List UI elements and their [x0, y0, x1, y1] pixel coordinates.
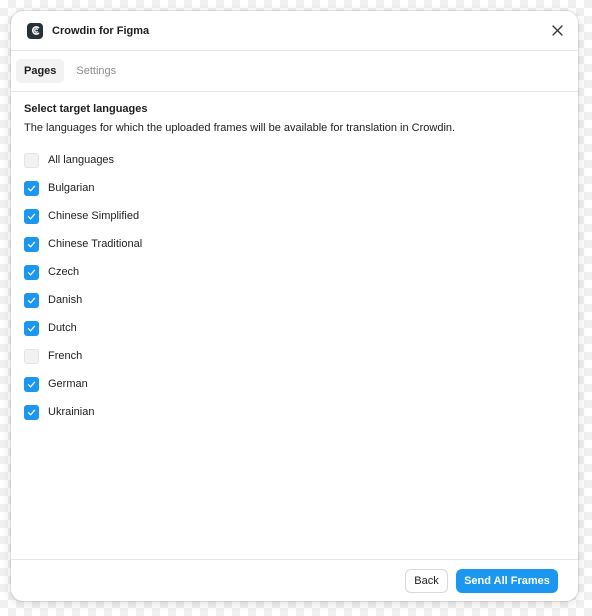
checkmark-icon	[27, 409, 36, 415]
checkbox-checked[interactable]	[24, 404, 39, 420]
language-label: German	[48, 378, 88, 390]
plugin-window: Crowdin for Figma Pages Settings Select …	[11, 11, 578, 601]
checkbox-checked[interactable]	[24, 376, 39, 392]
section-description: The languages for which the uploaded fra…	[24, 122, 456, 134]
language-option[interactable]: Bulgarian	[24, 174, 565, 202]
checkbox-checked[interactable]	[24, 320, 39, 336]
language-option[interactable]: French	[24, 342, 565, 370]
language-label: Bulgarian	[48, 182, 95, 194]
tab-pages[interactable]: Pages	[16, 59, 65, 83]
close-button[interactable]	[546, 20, 568, 42]
back-button[interactable]: Back	[405, 568, 448, 593]
checkbox-checked[interactable]	[24, 292, 39, 308]
tab-bar: Pages Settings	[11, 51, 578, 92]
language-label: Ukrainian	[48, 406, 95, 418]
language-label: Czech	[48, 266, 80, 278]
checkbox-unchecked[interactable]	[24, 348, 39, 364]
language-option[interactable]: All languages	[24, 146, 565, 174]
checkmark-icon	[27, 185, 36, 191]
language-option[interactable]: Chinese Simplified	[24, 202, 565, 230]
checkbox-checked[interactable]	[24, 264, 39, 280]
language-label: Dutch	[48, 322, 77, 334]
language-option[interactable]: Danish	[24, 286, 565, 314]
language-label: Chinese Simplified	[48, 210, 140, 222]
window-title: Crowdin for Figma	[52, 24, 150, 37]
title-bar: Crowdin for Figma	[11, 11, 578, 51]
checkbox-checked[interactable]	[24, 236, 39, 252]
language-option[interactable]: Dutch	[24, 314, 565, 342]
checkmark-icon	[27, 269, 36, 275]
close-icon	[551, 25, 563, 36]
checkbox-unchecked[interactable]	[24, 152, 39, 168]
language-option[interactable]: Ukrainian	[24, 398, 565, 426]
tab-settings[interactable]: Settings	[68, 59, 124, 83]
language-label: All languages	[48, 154, 115, 166]
language-label: Chinese Traditional	[48, 238, 143, 250]
checkmark-icon	[27, 213, 36, 219]
footer: Back Send All Frames	[11, 559, 578, 601]
language-label: Danish	[48, 294, 83, 306]
language-option[interactable]: German	[24, 370, 565, 398]
main-content: Select target languages The languages fo…	[11, 92, 578, 426]
crowdin-logo-icon	[27, 22, 43, 39]
language-label: French	[48, 350, 83, 362]
checkmark-icon	[27, 241, 36, 247]
section-heading: Select target languages	[24, 103, 148, 115]
language-option[interactable]: Czech	[24, 258, 565, 286]
checkmark-icon	[27, 297, 36, 303]
checkbox-checked[interactable]	[24, 180, 39, 196]
send-all-frames-button[interactable]: Send All Frames	[456, 568, 558, 593]
checkmark-icon	[27, 381, 36, 387]
language-option[interactable]: Chinese Traditional	[24, 230, 565, 258]
checkmark-icon	[27, 325, 36, 331]
language-list: All languages Bulgarian Chinese Simplified…	[24, 146, 565, 426]
checkbox-checked[interactable]	[24, 208, 39, 224]
